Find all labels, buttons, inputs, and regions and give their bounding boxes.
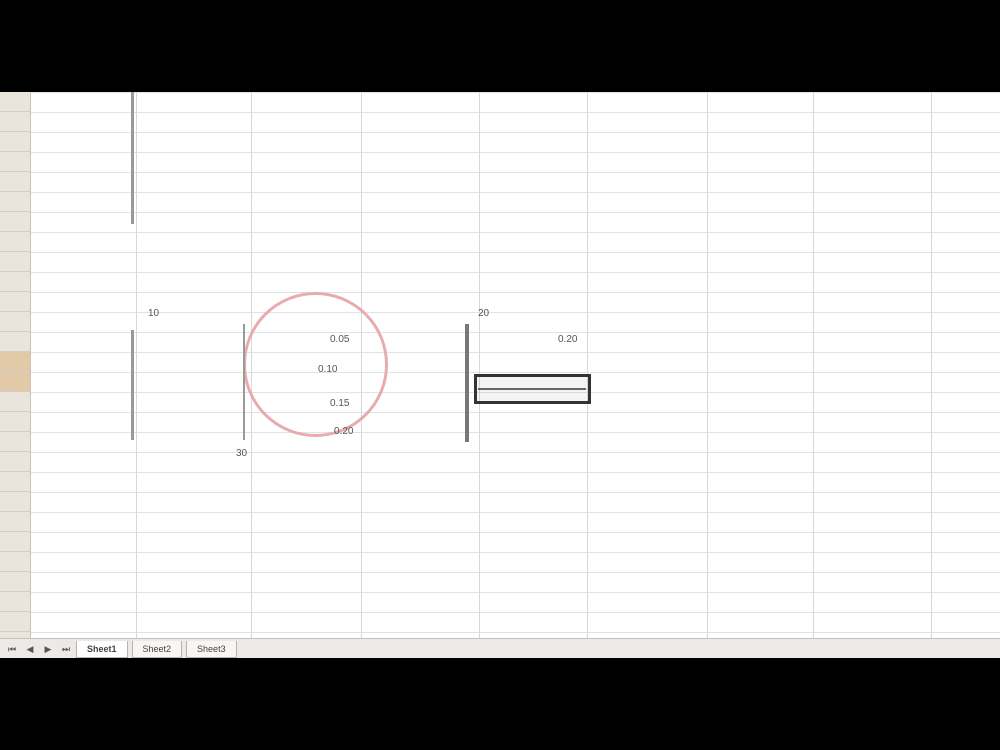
row-header[interactable] [0, 232, 30, 252]
row-header[interactable] [0, 472, 30, 492]
letterbox-bottom [0, 658, 1000, 750]
row-header[interactable] [0, 532, 30, 552]
range-underline [478, 388, 586, 390]
row-header[interactable] [0, 332, 30, 352]
row-header[interactable] [0, 392, 30, 412]
cell-value[interactable]: 20 [478, 308, 489, 320]
row-header[interactable] [0, 512, 30, 532]
row-header[interactable] [0, 492, 30, 512]
cell-value[interactable]: 0.20 [334, 426, 353, 438]
cell-value[interactable]: 10 [148, 308, 159, 320]
column-divider [136, 92, 137, 638]
row-header[interactable] [0, 612, 30, 632]
tab-sheet1[interactable]: Sheet1 [76, 640, 128, 658]
cell-value[interactable]: 0.10 [318, 364, 337, 376]
sheet-tab-bar: ⏮ ◀ ▶ ⏭ Sheet1 Sheet2 Sheet3 [0, 638, 1000, 658]
cell-grid[interactable] [31, 92, 1000, 638]
spreadsheet-window: 10 30 0.05 0.10 0.15 0.20 20 0.20 ⏮ ◀ ▶ … [0, 92, 1000, 658]
row-header[interactable] [0, 152, 30, 172]
row-header[interactable] [0, 192, 30, 212]
row-header[interactable] [0, 292, 30, 312]
cell-border-marker [465, 324, 469, 442]
tab-sheet2[interactable]: Sheet2 [131, 640, 183, 658]
annotation-highlight-circle [243, 292, 388, 437]
next-sheet-icon[interactable]: ▶ [42, 643, 54, 655]
row-header[interactable] [0, 252, 30, 272]
prev-sheet-icon[interactable]: ◀ [24, 643, 36, 655]
row-header[interactable] [0, 372, 30, 392]
column-divider [813, 92, 814, 638]
row-header-column[interactable] [0, 92, 31, 638]
cell-value[interactable]: 0.05 [330, 334, 349, 346]
column-divider [479, 92, 480, 638]
letterbox-top [0, 0, 1000, 92]
column-divider [707, 92, 708, 638]
tab-sheet3[interactable]: Sheet3 [186, 640, 237, 658]
row-header[interactable] [0, 92, 30, 112]
row-header[interactable] [0, 272, 30, 292]
cell-border-marker [243, 324, 245, 440]
row-header[interactable] [0, 572, 30, 592]
row-header[interactable] [0, 452, 30, 472]
row-header[interactable] [0, 132, 30, 152]
row-header[interactable] [0, 592, 30, 612]
row-header[interactable] [0, 112, 30, 132]
row-header[interactable] [0, 352, 30, 372]
first-sheet-icon[interactable]: ⏮ [6, 643, 18, 655]
column-divider [931, 92, 932, 638]
column-divider [587, 92, 588, 638]
row-header[interactable] [0, 212, 30, 232]
row-header[interactable] [0, 412, 30, 432]
row-header[interactable] [0, 172, 30, 192]
cell-border-marker [131, 92, 134, 224]
cell-value[interactable]: 30 [236, 448, 247, 460]
cell-value[interactable]: 0.15 [330, 398, 349, 410]
row-header[interactable] [0, 312, 30, 332]
cell-border-marker [131, 330, 134, 440]
row-header[interactable] [0, 552, 30, 572]
last-sheet-icon[interactable]: ⏭ [60, 643, 72, 655]
cell-value[interactable]: 0.20 [558, 334, 577, 346]
row-header[interactable] [0, 432, 30, 452]
